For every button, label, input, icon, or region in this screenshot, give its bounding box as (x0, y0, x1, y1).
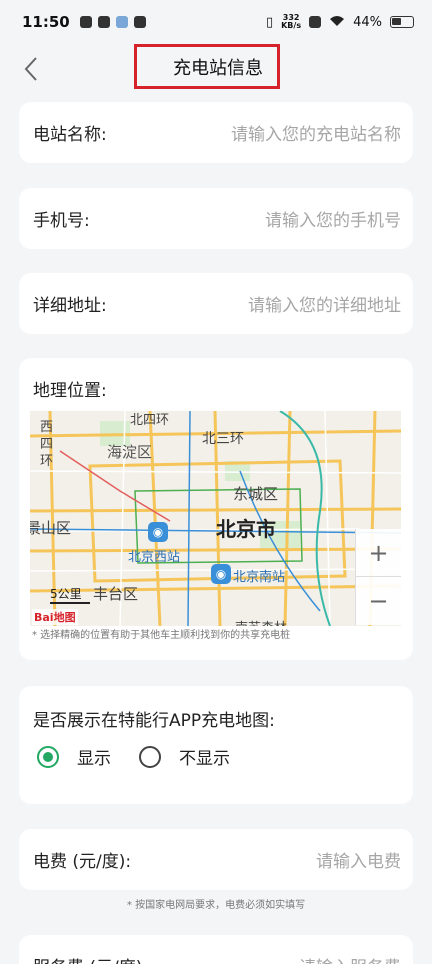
phone-label: 手机号: (33, 211, 90, 231)
fee-input[interactable]: 请输入电费 (316, 847, 401, 872)
wifi-icon (329, 14, 345, 31)
app-icon (133, 16, 146, 28)
display-card: 是否展示在特能行APP充电地图: 显示 不显示 (19, 686, 413, 804)
display-label: 是否展示在特能行APP充电地图: (33, 711, 275, 731)
baidu-logo: Bai地图 (32, 609, 78, 625)
address-input[interactable]: 请输入您的详细地址 (248, 291, 401, 316)
station-name-field[interactable]: 电站名称: 请输入您的充电站名称 (19, 102, 413, 163)
service-fee-input[interactable]: 请输入服务费 (299, 953, 401, 964)
status-left: 11:50 (22, 13, 146, 31)
station-name-label: 电站名称: (33, 125, 107, 145)
map-place: 景山区 (30, 519, 72, 537)
phone-card: 手机号: 请输入您的手机号 (19, 188, 413, 249)
phone-field[interactable]: 手机号: 请输入您的手机号 (19, 188, 413, 249)
page-title: 充电站信息 (134, 44, 280, 89)
fee-hint: * 按国家电网局要求，电费必须如实填写 (126, 900, 306, 911)
speed-unit: KB/s (281, 21, 302, 30)
map-place: 南苏森林 (235, 617, 287, 626)
station-marker-icon: ◉ (148, 522, 168, 542)
battery-percent: 44% (353, 14, 382, 30)
app-icon (115, 16, 128, 28)
location-card: 地理位置: 北四环 西 四 环 海淀区 北三环 东城区 景山区 北京市 ◉ 北京… (19, 358, 413, 660)
map-scale: 5公里 (50, 585, 90, 604)
address-field[interactable]: 详细地址: 请输入您的详细地址 (19, 273, 413, 334)
sim-icon (309, 16, 322, 28)
chevron-left-icon (24, 57, 37, 81)
map-place: 东城区 (233, 485, 279, 503)
battery-icon (390, 16, 414, 28)
nav-bar: 充电站信息 (0, 44, 432, 94)
tiktok-icon (97, 16, 110, 28)
zoom-in-button[interactable]: + (356, 529, 401, 577)
station-name-card: 电站名称: 请输入您的充电站名称 (19, 102, 413, 163)
zoom-out-button[interactable]: − (356, 577, 401, 625)
fee-card: 电费 (元/度): 请输入电费 (19, 829, 413, 890)
map-place: 北京西站 (128, 550, 181, 565)
map-hint: * 选择精确的位置有助于其他车主顺利找到你的共享充电桩 (32, 630, 291, 641)
phone-input[interactable]: 请输入您的手机号 (265, 206, 401, 231)
back-button[interactable] (18, 54, 48, 84)
station-name-input[interactable]: 请输入您的充电站名称 (231, 120, 401, 145)
status-right: ▯ 332 KB/s 44% (266, 14, 414, 31)
service-fee-label: 服务费 (元/度): (33, 953, 148, 964)
vibrate-icon: ▯ (265, 14, 274, 30)
map-place: 海淀区 (107, 443, 153, 461)
station-marker-icon: ◉ (211, 564, 231, 584)
notification-icon (79, 16, 92, 28)
fee-label: 电费 (元/度): (33, 852, 132, 872)
network-speed: 332 KB/s (281, 14, 301, 30)
address-label: 详细地址: (33, 296, 107, 316)
map-place: 北京市 (216, 517, 276, 541)
map-place: 北四环 (130, 413, 170, 428)
map-view[interactable]: 北四环 西 四 环 海淀区 北三环 东城区 景山区 北京市 ◉ 北京西站 ◉ 北… (30, 411, 401, 626)
address-card: 详细地址: 请输入您的详细地址 (19, 273, 413, 334)
radio-show-label[interactable]: 显示 (77, 744, 111, 769)
radio-hide-label[interactable]: 不显示 (179, 744, 230, 769)
location-label: 地理位置: (33, 381, 107, 401)
map-place: 丰台区 (93, 585, 139, 603)
map-place: 环 (40, 454, 54, 469)
map-place: 北京南站 (233, 570, 286, 585)
radio-show[interactable] (37, 745, 59, 768)
map-zoom-controls: + − (355, 529, 401, 625)
fee-field[interactable]: 电费 (元/度): 请输入电费 (19, 829, 413, 890)
radio-hide[interactable] (139, 745, 161, 768)
service-fee-card: 服务费 (元/度): 请输入服务费 (19, 935, 413, 964)
status-time: 11:50 (22, 13, 70, 31)
page-title-text: 充电站信息 (173, 57, 263, 79)
map-place: 北三环 (202, 431, 244, 447)
status-bar: 11:50 ▯ 332 KB/s 44% (0, 0, 432, 44)
service-fee-field[interactable]: 服务费 (元/度): 请输入服务费 (19, 935, 413, 964)
display-radio-group: 显示 不显示 (37, 744, 258, 769)
